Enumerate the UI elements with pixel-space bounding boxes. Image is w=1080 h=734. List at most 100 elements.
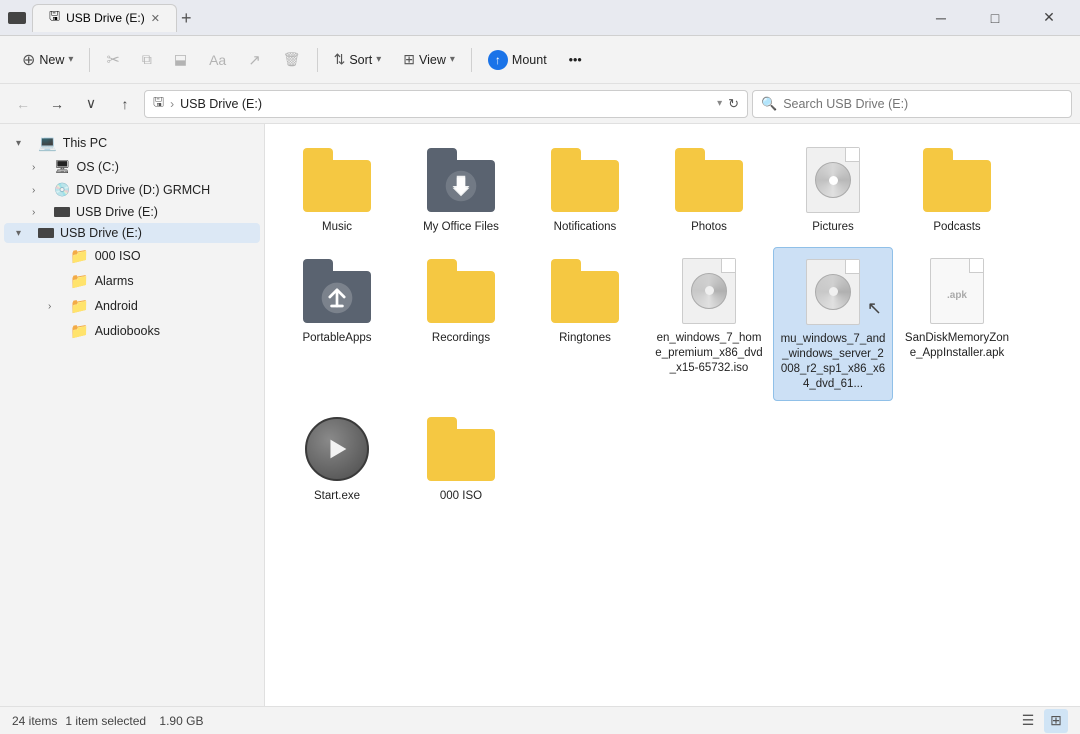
- sidebar-item-label: Android: [95, 299, 252, 313]
- refresh-icon[interactable]: ↻: [728, 96, 739, 112]
- folder-icon: 📁: [70, 297, 89, 315]
- address-dropdown-icon[interactable]: ▾: [717, 98, 722, 109]
- list-item[interactable]: My Office Files: [401, 136, 521, 243]
- active-tab[interactable]: 🖫 USB Drive (E:) ✕: [32, 4, 177, 32]
- up-button[interactable]: ↑: [110, 90, 140, 118]
- list-item[interactable]: Photos: [649, 136, 769, 243]
- address-usb-icon: 🖫: [153, 93, 164, 115]
- list-item[interactable]: en_windows_7_home_premium_x86_dvd_x15-65…: [649, 247, 769, 401]
- sidebar-item-this-pc[interactable]: ▾ 💻 This PC: [4, 131, 260, 155]
- sidebar-item-000-iso[interactable]: › 📁 000 ISO: [4, 244, 260, 268]
- expand-icon: ▾: [16, 138, 32, 149]
- new-button[interactable]: ⊕ New ▾: [12, 42, 83, 78]
- folder-icon: [301, 144, 373, 216]
- paste-icon: ⬓: [174, 51, 187, 68]
- view-chevron-icon: ▾: [450, 54, 455, 65]
- usb-main-icon: [38, 228, 54, 238]
- sidebar-item-usb-e-thispc[interactable]: › USB Drive (E:): [4, 202, 260, 222]
- share-button[interactable]: ↗: [238, 42, 271, 78]
- forward-button[interactable]: →: [42, 90, 72, 118]
- maximize-button[interactable]: □: [972, 2, 1018, 34]
- up-history-button[interactable]: ∨: [76, 90, 106, 118]
- toolbar-separator-3: [471, 48, 472, 72]
- file-name: Recordings: [432, 331, 490, 346]
- sidebar-item-os-c[interactable]: › 🖥 OS (C:): [4, 156, 260, 178]
- list-item[interactable]: Notifications: [525, 136, 645, 243]
- search-bar[interactable]: 🔍: [752, 90, 1072, 118]
- os-c-icon: 🖥: [54, 159, 71, 175]
- list-item[interactable]: Recordings: [401, 247, 521, 401]
- cut-button[interactable]: ✂: [96, 42, 129, 78]
- list-item[interactable]: Podcasts: [897, 136, 1017, 243]
- sidebar-item-label: USB Drive (E:): [76, 205, 252, 219]
- list-item[interactable]: PortableApps: [277, 247, 397, 401]
- minimize-button[interactable]: ─: [918, 2, 964, 34]
- file-size-label: 1.90 GB: [159, 714, 203, 728]
- new-tab-button[interactable]: +: [181, 9, 192, 27]
- file-name: 000 ISO: [440, 489, 482, 504]
- folder-icon: [425, 255, 497, 327]
- usb-drive-icon: [8, 12, 26, 24]
- dvd-icon: 💿: [54, 182, 70, 198]
- list-item[interactable]: 000 ISO: [401, 405, 521, 512]
- view-icon: ⊞: [403, 51, 415, 68]
- back-button[interactable]: ←: [8, 90, 38, 118]
- sidebar-item-label: OS (C:): [77, 160, 252, 174]
- list-item[interactable]: Ringtones: [525, 247, 645, 401]
- toolbar: ⊕ New ▾ ✂ ⧉ ⬓ Aa ↗ 🗑 ⇅ Sort ▾ ⊞ View ▾ ↑…: [0, 36, 1080, 84]
- grid-view-button[interactable]: ⊞: [1044, 709, 1068, 733]
- list-item[interactable]: ↖ mu_windows_7_and_windows_server_2008_r…: [773, 247, 893, 401]
- selection-info: 1 item selected 1.90 GB: [65, 714, 203, 728]
- tab-title: USB Drive (E:): [66, 11, 145, 25]
- file-name: Music: [322, 220, 352, 235]
- more-button[interactable]: •••: [559, 42, 592, 78]
- tab-close-button[interactable]: ✕: [151, 12, 160, 25]
- tab-usb-icon: 🖫: [49, 7, 60, 29]
- new-label: New: [39, 53, 64, 67]
- folder-icon: [673, 144, 745, 216]
- this-pc-icon: 💻: [38, 134, 57, 152]
- list-item[interactable]: Pictures: [773, 136, 893, 243]
- expand-icon: ›: [48, 301, 64, 312]
- sidebar-item-usb-e-main[interactable]: ▾ USB Drive (E:): [4, 223, 260, 243]
- expand-icon: ›: [32, 185, 48, 196]
- list-item[interactable]: .apk SanDiskMemoryZone_AppInstaller.apk: [897, 247, 1017, 401]
- sidebar-item-label: USB Drive (E:): [60, 226, 252, 240]
- folder-icon: [549, 144, 621, 216]
- delete-icon: 🗑: [283, 51, 301, 68]
- expand-icon: ›: [32, 162, 48, 173]
- sort-chevron-icon: ▾: [376, 54, 381, 65]
- apk-file-icon: .apk: [921, 255, 993, 327]
- rename-button[interactable]: Aa: [199, 42, 236, 78]
- file-name: Start.exe: [314, 489, 360, 504]
- sidebar-item-android[interactable]: › 📁 Android: [4, 294, 260, 318]
- file-name: SanDiskMemoryZone_AppInstaller.apk: [903, 331, 1011, 361]
- expand-icon: ›: [32, 207, 48, 218]
- folder-icon: [921, 144, 993, 216]
- file-name: Pictures: [812, 220, 854, 235]
- paste-button[interactable]: ⬓: [164, 42, 197, 78]
- list-view-button[interactable]: ☰: [1016, 709, 1040, 733]
- sidebar: ▾ 💻 This PC › 🖥 OS (C:) › 💿 DVD Drive (D…: [0, 124, 265, 706]
- search-input[interactable]: [783, 97, 1063, 111]
- sidebar-item-audiobooks[interactable]: › 📁 Audiobooks: [4, 319, 260, 343]
- close-button[interactable]: ✕: [1026, 2, 1072, 34]
- copy-button[interactable]: ⧉: [132, 42, 162, 78]
- sort-button[interactable]: ⇅ Sort ▾: [324, 42, 392, 78]
- sidebar-item-dvd-d[interactable]: › 💿 DVD Drive (D:) GRMCH: [4, 179, 260, 201]
- copy-icon: ⧉: [142, 51, 152, 68]
- view-toggle-group: ☰ ⊞: [1016, 709, 1068, 733]
- mount-button[interactable]: ↑ Mount: [478, 42, 557, 78]
- view-button[interactable]: ⊞ View ▾: [393, 42, 465, 78]
- sidebar-item-alarms[interactable]: › 📁 Alarms: [4, 269, 260, 293]
- main-area: ▾ 💻 This PC › 🖥 OS (C:) › 💿 DVD Drive (D…: [0, 124, 1080, 706]
- list-item[interactable]: Start.exe: [277, 405, 397, 512]
- delete-button[interactable]: 🗑: [273, 42, 311, 78]
- file-name: Notifications: [554, 220, 617, 235]
- share-icon: ↗: [248, 51, 261, 69]
- list-item[interactable]: Music: [277, 136, 397, 243]
- mount-icon: ↑: [488, 50, 508, 70]
- file-grid: Music My O: [277, 136, 1068, 512]
- mount-label: Mount: [512, 53, 547, 67]
- address-input[interactable]: 🖫 › USB Drive (E:) ▾ ↻: [144, 90, 748, 118]
